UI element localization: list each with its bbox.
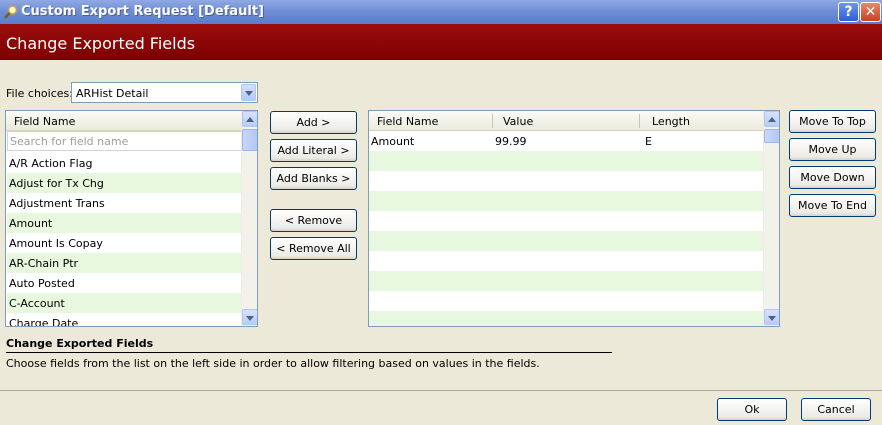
table-row[interactable] [369, 311, 763, 326]
remove-all-button[interactable]: < Remove All [270, 237, 357, 260]
chevron-up-icon [246, 117, 254, 122]
help-title: Change Exported Fields [6, 337, 154, 350]
search-icon [4, 5, 18, 19]
exported-fields-table[interactable]: Field Name Value Length Amount 99.99 E [368, 110, 780, 327]
page-banner: Change Exported Fields [0, 24, 882, 60]
close-button[interactable]: ✕ [860, 2, 881, 22]
list-item[interactable]: A/R Action Flag [7, 153, 242, 173]
add-literal-button[interactable]: Add Literal > [270, 139, 357, 162]
list-item[interactable]: Adjustment Trans [7, 193, 242, 213]
table-row[interactable] [369, 251, 763, 271]
list-item[interactable]: AR-Chain Ptr [7, 253, 242, 273]
title-bar: Custom Export Request [Default] ? ✕ [0, 0, 882, 24]
column-separator [492, 114, 493, 128]
table-row[interactable] [369, 231, 763, 251]
column-header-value[interactable]: Value [503, 115, 533, 128]
move-to-top-button[interactable]: Move To Top [789, 110, 876, 133]
table-header: Field Name Value Length [369, 111, 763, 131]
page-title: Change Exported Fields [6, 34, 196, 53]
help-button[interactable]: ? [838, 2, 859, 22]
field-name-column-header[interactable]: Field Name [6, 111, 242, 131]
table-row[interactable]: Amount 99.99 E [369, 131, 763, 151]
left-list-scrollbar[interactable] [241, 111, 257, 326]
search-placeholder: Search for field name [10, 135, 129, 148]
help-text: Choose fields from the list on the left … [6, 357, 540, 370]
column-header-length[interactable]: Length [652, 115, 690, 128]
help-divider [6, 352, 612, 353]
scroll-down-button[interactable] [242, 309, 257, 325]
chevron-down-icon [246, 316, 254, 321]
list-item[interactable]: Amount Is Copay [7, 233, 242, 253]
list-item[interactable]: Charge Date [7, 313, 242, 326]
move-up-button[interactable]: Move Up [789, 138, 876, 161]
move-down-button[interactable]: Move Down [789, 166, 876, 189]
footer-divider [0, 390, 882, 391]
add-blanks-button[interactable]: Add Blanks > [270, 167, 357, 190]
file-choices-label: File choices: [6, 87, 73, 100]
file-choices-dropdown[interactable]: ARHist Detail [71, 82, 258, 103]
list-item[interactable]: C-Account [7, 293, 242, 313]
right-table-scrollbar[interactable] [763, 111, 779, 326]
chevron-down-icon [768, 316, 776, 321]
list-item[interactable]: Amount [7, 213, 242, 233]
dropdown-button[interactable] [241, 84, 256, 101]
file-choices-value: ARHist Detail [76, 87, 149, 100]
list-item[interactable]: Auto Posted [7, 273, 242, 293]
search-input[interactable]: Search for field name [7, 131, 242, 151]
scroll-thumb[interactable] [764, 129, 779, 143]
chevron-down-icon [245, 91, 253, 96]
list-item[interactable]: Adjust for Tx Chg [7, 173, 242, 193]
cell-length: E [645, 135, 652, 148]
table-row[interactable] [369, 211, 763, 231]
scroll-up-button[interactable] [764, 111, 779, 127]
scroll-up-button[interactable] [242, 111, 257, 127]
chevron-up-icon [768, 117, 776, 122]
column-header-field-name[interactable]: Field Name [377, 115, 438, 128]
scroll-down-button[interactable] [764, 309, 779, 325]
move-to-end-button[interactable]: Move To End [789, 194, 876, 217]
scroll-thumb[interactable] [242, 129, 257, 151]
table-row[interactable] [369, 171, 763, 191]
available-fields-list[interactable]: Field Name Search for field name A/R Act… [5, 110, 258, 327]
cancel-button[interactable]: Cancel [801, 398, 871, 421]
column-separator [639, 114, 640, 128]
cell-value: 99.99 [495, 135, 527, 148]
add-button[interactable]: Add > [270, 111, 357, 134]
cell-field-name: Amount [371, 135, 415, 148]
ok-button[interactable]: Ok [717, 398, 787, 421]
table-row[interactable] [369, 291, 763, 311]
window-title: Custom Export Request [Default] [21, 4, 264, 19]
remove-button[interactable]: < Remove [270, 209, 357, 232]
table-row[interactable] [369, 271, 763, 291]
table-row[interactable] [369, 191, 763, 211]
column-header-label: Field Name [14, 115, 76, 128]
table-row[interactable] [369, 151, 763, 171]
